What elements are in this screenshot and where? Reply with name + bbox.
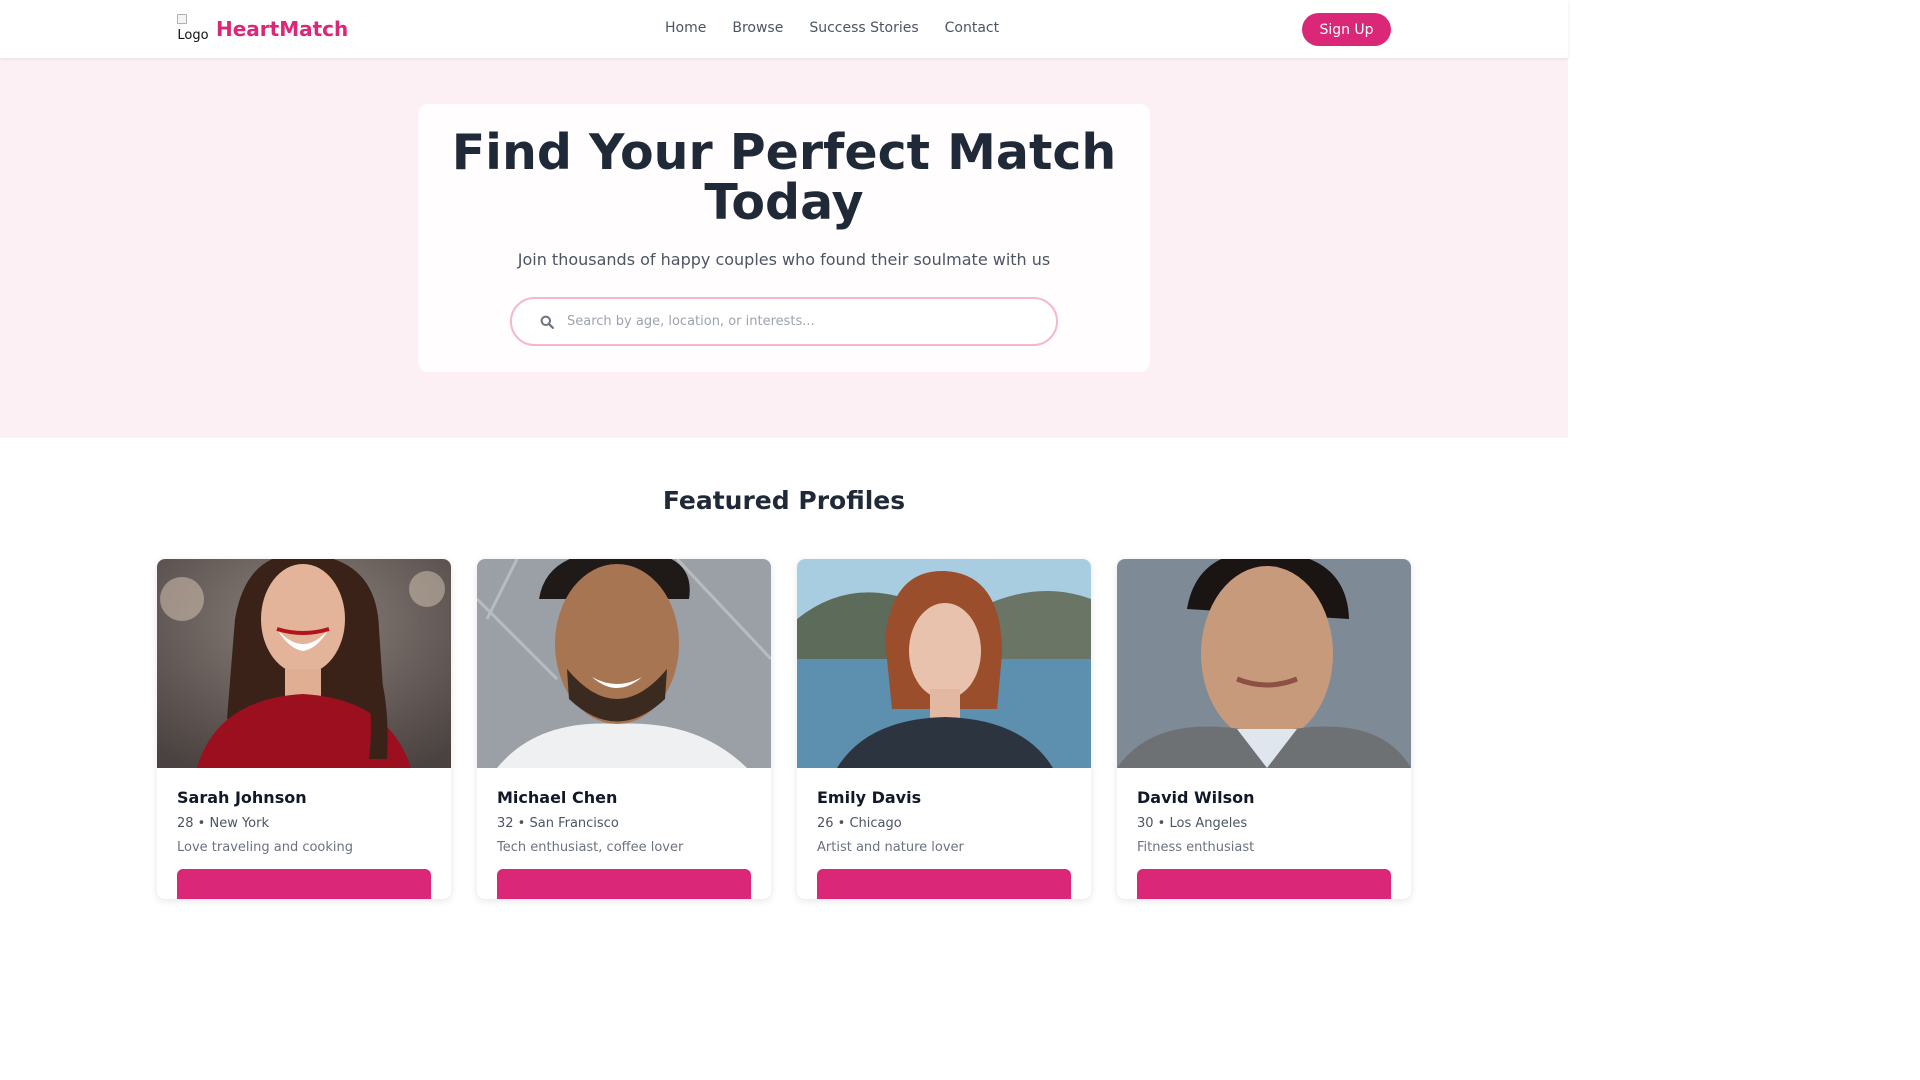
search-input[interactable] bbox=[567, 314, 1027, 329]
profile-bio: Artist and nature lover bbox=[817, 840, 964, 855]
profile-photo[interactable] bbox=[1117, 559, 1411, 768]
card-body: Emily Davis 26 • Chicago Artist and natu… bbox=[797, 768, 1091, 899]
card-body: David Wilson 30 • Los Angeles Fitness en… bbox=[1117, 768, 1411, 899]
profile-name: David Wilson bbox=[1137, 788, 1255, 807]
profile-meta: 26 • Chicago bbox=[817, 816, 902, 831]
nav-browse[interactable]: Browse bbox=[732, 20, 783, 36]
profile-bio: Fitness enthusiast bbox=[1137, 840, 1255, 855]
brand-name[interactable]: HeartMatch bbox=[216, 17, 348, 41]
nav-success-stories[interactable]: Success Stories bbox=[809, 20, 918, 36]
profile-action-button[interactable] bbox=[1137, 869, 1391, 899]
profile-cards: Sarah Johnson 28 • New York Love traveli… bbox=[157, 559, 1411, 899]
hero-subtitle: Join thousands of happy couples who foun… bbox=[517, 250, 1051, 269]
profile-card[interactable]: Michael Chen 32 • San Francisco Tech ent… bbox=[477, 559, 771, 899]
profile-meta: 28 • New York bbox=[177, 816, 270, 831]
hero-section: Find Your Perfect Match Today Join thous… bbox=[0, 58, 1568, 438]
profile-action-button[interactable] bbox=[817, 869, 1071, 899]
card-body: Michael Chen 32 • San Francisco Tech ent… bbox=[477, 768, 771, 899]
profile-card[interactable]: David Wilson 30 • Los Angeles Fitness en… bbox=[1117, 559, 1411, 899]
profile-bio: Tech enthusiast, coffee lover bbox=[497, 840, 684, 855]
featured-profiles-title: Featured Profiles bbox=[662, 486, 906, 515]
profile-meta: 30 • Los Angeles bbox=[1137, 816, 1248, 831]
hero-card: Find Your Perfect Match Today Join thous… bbox=[418, 104, 1150, 372]
broken-image-icon bbox=[177, 14, 187, 24]
profile-photo[interactable] bbox=[477, 559, 771, 768]
profile-name: Sarah Johnson bbox=[177, 788, 307, 807]
site-header: Logo HeartMatch Home Browse Success Stor… bbox=[0, 0, 1568, 58]
sign-up-button[interactable]: Sign Up bbox=[1302, 13, 1391, 46]
search-icon bbox=[514, 315, 554, 329]
profile-name: Michael Chen bbox=[497, 788, 618, 807]
profile-action-button[interactable] bbox=[177, 869, 431, 899]
profile-meta: 32 • San Francisco bbox=[497, 816, 619, 831]
logo-image: Logo bbox=[176, 13, 209, 45]
profile-action-button[interactable] bbox=[497, 869, 751, 899]
profile-photo[interactable] bbox=[157, 559, 451, 768]
main-nav: Home Browse Success Stories Contact bbox=[665, 20, 999, 36]
logo-alt-text: Logo bbox=[177, 28, 209, 43]
search-bar[interactable] bbox=[510, 297, 1058, 346]
logo-link[interactable]: Logo HeartMatch bbox=[176, 13, 348, 45]
nav-contact[interactable]: Contact bbox=[945, 20, 999, 36]
profile-card[interactable]: Emily Davis 26 • Chicago Artist and natu… bbox=[797, 559, 1091, 899]
card-body: Sarah Johnson 28 • New York Love traveli… bbox=[157, 768, 451, 899]
nav-home[interactable]: Home bbox=[665, 20, 706, 36]
profile-card[interactable]: Sarah Johnson 28 • New York Love traveli… bbox=[157, 559, 451, 899]
profile-name: Emily Davis bbox=[817, 788, 922, 807]
hero-title: Find Your Perfect Match Today bbox=[451, 124, 1117, 231]
profile-bio: Love traveling and cooking bbox=[177, 840, 354, 855]
profile-photo[interactable] bbox=[797, 559, 1091, 768]
